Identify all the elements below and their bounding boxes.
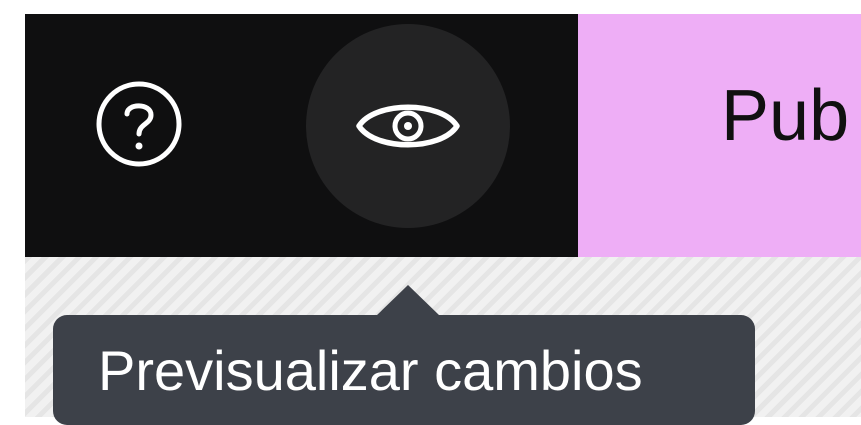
publish-label: Pub [721, 76, 850, 156]
preview-button[interactable] [306, 24, 510, 228]
toolbar-actions [25, 14, 578, 257]
eye-icon [356, 104, 460, 148]
tooltip-arrow [376, 285, 440, 316]
publish-button[interactable]: Pub [578, 14, 861, 257]
help-button[interactable] [73, 58, 205, 190]
preview-tooltip: Previsualizar cambios [53, 315, 755, 425]
help-circle-icon [96, 81, 182, 167]
tooltip-text: Previsualizar cambios [98, 339, 643, 402]
editor-toolbar: Pub [25, 14, 861, 257]
